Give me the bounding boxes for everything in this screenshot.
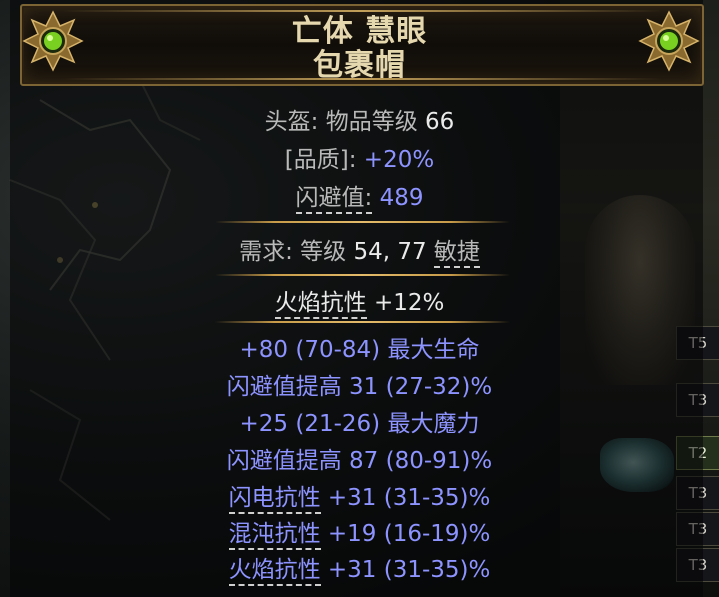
- explicit-mod: 混沌抗性 +19 (16-19)%: [0, 514, 719, 550]
- mod-value: +31 (31-35)%: [327, 557, 491, 583]
- explicit-mod: 闪避值提高 87 (80-91)%: [226, 448, 493, 474]
- item-level-label: 物品等级: [325, 109, 418, 135]
- mod-keyword[interactable]: 火焰抗性: [228, 557, 321, 586]
- type-label: 头盔:: [264, 109, 319, 135]
- separator: [215, 221, 510, 223]
- item-type-line: 头盔: 物品等级 66: [0, 102, 719, 136]
- requirements-label: 需求:: [239, 239, 293, 265]
- mod-keyword[interactable]: 闪电抗性: [228, 485, 321, 514]
- req-dex-label[interactable]: 敏捷: [433, 239, 480, 268]
- evasion-label[interactable]: 闪避值:: [295, 185, 373, 214]
- item-level-value: 66: [425, 109, 455, 135]
- req-dex-value: 77: [397, 239, 427, 265]
- evasion-value: 489: [379, 185, 424, 211]
- mod-keyword[interactable]: 混沌抗性: [228, 521, 321, 550]
- mod-value: +19 (16-19)%: [327, 521, 491, 547]
- req-level-value: 54,: [353, 239, 391, 265]
- separator: [215, 321, 510, 323]
- explicit-mod: 火焰抗性 +31 (31-35)%: [0, 550, 719, 586]
- separator: [215, 274, 510, 276]
- quality-line: [品质]: +20%: [0, 140, 719, 174]
- quality-value: +20%: [363, 147, 435, 173]
- evasion-line: 闪避值: 489: [0, 178, 719, 214]
- mod-value: +31 (31-35)%: [327, 485, 491, 511]
- explicit-mod: +25 (21-26) 最大魔力: [239, 411, 480, 437]
- implicit-value: +12%: [373, 290, 445, 316]
- implicit-keyword[interactable]: 火焰抗性: [274, 290, 367, 319]
- explicit-mod: 闪电抗性 +31 (31-35)%: [0, 478, 719, 514]
- explicit-mod: +80 (70-84) 最大生命: [239, 337, 480, 363]
- req-level-label: 等级: [300, 239, 347, 265]
- explicit-mod: 闪避值提高 31 (27-32)%: [226, 374, 493, 400]
- quality-label: [品质]:: [284, 147, 357, 173]
- implicit-mod: 火焰抗性 +12%: [0, 283, 719, 319]
- item-base-type: 包裹帽: [313, 48, 406, 83]
- requirements-line: 需求: 等级 54, 77 敏捷: [0, 232, 719, 268]
